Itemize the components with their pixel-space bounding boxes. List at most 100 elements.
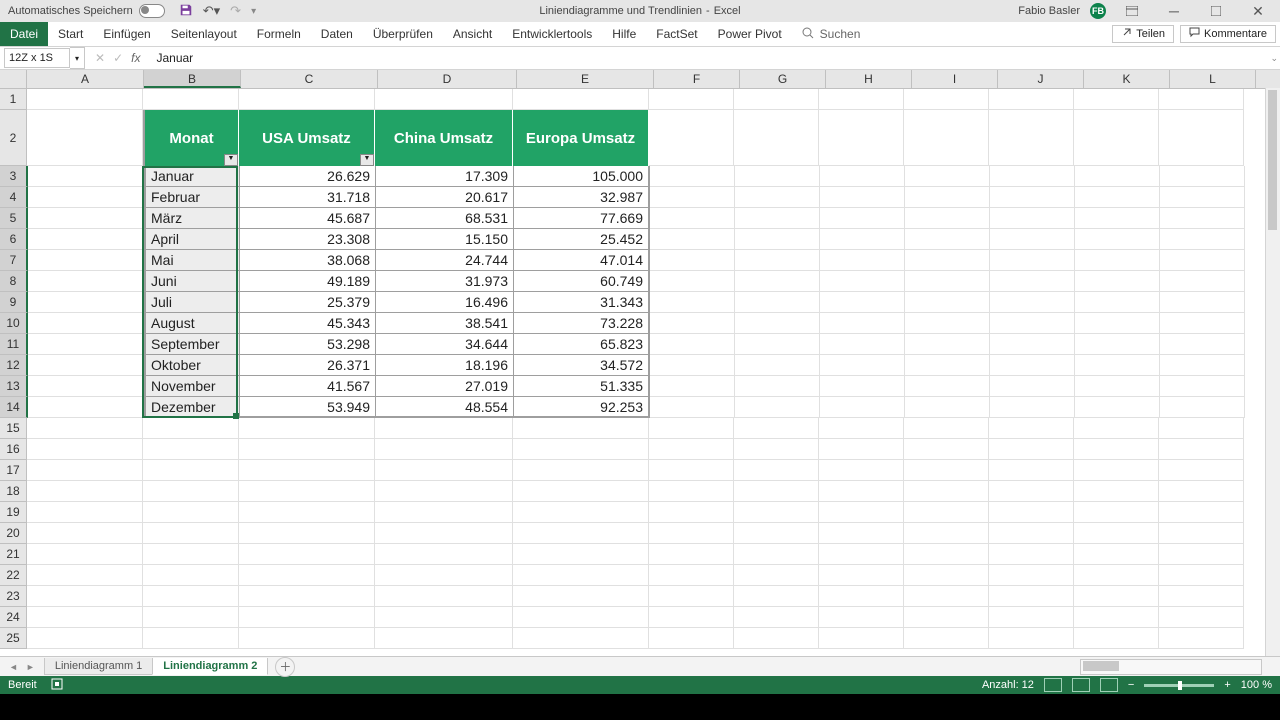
cell-A5[interactable] bbox=[28, 208, 144, 229]
worksheet-grid[interactable]: ABCDEFGHIJKL 12Monat▼USA Umsatz▼China Um… bbox=[0, 70, 1280, 656]
horizontal-scrollbar[interactable] bbox=[1080, 659, 1262, 675]
cell-month[interactable]: Januar bbox=[144, 166, 240, 187]
cell-A12[interactable] bbox=[28, 355, 144, 376]
cell-L18[interactable] bbox=[1159, 481, 1244, 502]
cell-B21[interactable] bbox=[143, 544, 239, 565]
cell-A14[interactable] bbox=[28, 397, 144, 418]
cell-L21[interactable] bbox=[1159, 544, 1244, 565]
cell-L8[interactable] bbox=[1160, 271, 1245, 292]
cell-C20[interactable] bbox=[239, 523, 375, 544]
cell-F22[interactable] bbox=[649, 565, 734, 586]
vertical-scrollbar[interactable] bbox=[1265, 88, 1280, 656]
cell-G11[interactable] bbox=[735, 334, 820, 355]
cell-G23[interactable] bbox=[734, 586, 819, 607]
zoom-slider[interactable] bbox=[1144, 684, 1214, 687]
sheet-nav-first-icon[interactable]: ◄ bbox=[6, 662, 21, 672]
table-header-china[interactable]: China Umsatz bbox=[375, 110, 513, 166]
cell-eu[interactable]: 31.343 bbox=[514, 292, 650, 313]
cell-H17[interactable] bbox=[819, 460, 904, 481]
cell-E23[interactable] bbox=[513, 586, 649, 607]
row-header-9[interactable]: 9 bbox=[0, 292, 28, 313]
cell-L24[interactable] bbox=[1159, 607, 1244, 628]
cell-F23[interactable] bbox=[649, 586, 734, 607]
cell-E22[interactable] bbox=[513, 565, 649, 586]
cell-G19[interactable] bbox=[734, 502, 819, 523]
cell-D16[interactable] bbox=[375, 439, 513, 460]
cell-F15[interactable] bbox=[649, 418, 734, 439]
cell-K8[interactable] bbox=[1075, 271, 1160, 292]
row-header-10[interactable]: 10 bbox=[0, 313, 28, 334]
cell-H1[interactable] bbox=[819, 89, 904, 110]
tab-hilfe[interactable]: Hilfe bbox=[602, 22, 646, 46]
table-header-europa[interactable]: Europa Umsatz bbox=[513, 110, 649, 166]
cell-H18[interactable] bbox=[819, 481, 904, 502]
cell-K19[interactable] bbox=[1074, 502, 1159, 523]
cell-J11[interactable] bbox=[990, 334, 1075, 355]
cell-I6[interactable] bbox=[905, 229, 990, 250]
cell-J24[interactable] bbox=[989, 607, 1074, 628]
cell-L5[interactable] bbox=[1160, 208, 1245, 229]
cell-H23[interactable] bbox=[819, 586, 904, 607]
cell-A18[interactable] bbox=[27, 481, 143, 502]
cell-china[interactable]: 48.554 bbox=[376, 397, 514, 418]
cell-G2[interactable] bbox=[734, 110, 819, 166]
cell-F17[interactable] bbox=[649, 460, 734, 481]
cell-I19[interactable] bbox=[904, 502, 989, 523]
cell-I18[interactable] bbox=[904, 481, 989, 502]
row-header-8[interactable]: 8 bbox=[0, 271, 28, 292]
cell-eu[interactable]: 34.572 bbox=[514, 355, 650, 376]
cell-J3[interactable] bbox=[990, 166, 1075, 187]
cell-I16[interactable] bbox=[904, 439, 989, 460]
cell-I24[interactable] bbox=[904, 607, 989, 628]
column-header-K[interactable]: K bbox=[1084, 70, 1170, 88]
cell-C19[interactable] bbox=[239, 502, 375, 523]
row-header-2[interactable]: 2 bbox=[0, 110, 27, 166]
cell-K25[interactable] bbox=[1074, 628, 1159, 649]
row-header-22[interactable]: 22 bbox=[0, 565, 27, 586]
tab-factset[interactable]: FactSet bbox=[646, 22, 707, 46]
cell-C1[interactable] bbox=[239, 89, 375, 110]
cell-eu[interactable]: 65.823 bbox=[514, 334, 650, 355]
cell-month[interactable]: Dezember bbox=[144, 397, 240, 418]
cell-I12[interactable] bbox=[905, 355, 990, 376]
cell-K24[interactable] bbox=[1074, 607, 1159, 628]
cell-G3[interactable] bbox=[735, 166, 820, 187]
ribbon-display-icon[interactable] bbox=[1116, 0, 1148, 22]
horizontal-scrollbar-thumb[interactable] bbox=[1083, 661, 1119, 671]
cell-F20[interactable] bbox=[649, 523, 734, 544]
cell-A19[interactable] bbox=[27, 502, 143, 523]
cell-G14[interactable] bbox=[735, 397, 820, 418]
cell-usa[interactable]: 45.343 bbox=[240, 313, 376, 334]
cell-J8[interactable] bbox=[990, 271, 1075, 292]
cell-usa[interactable]: 31.718 bbox=[240, 187, 376, 208]
cell-F1[interactable] bbox=[649, 89, 734, 110]
cell-eu[interactable]: 60.749 bbox=[514, 271, 650, 292]
cell-I17[interactable] bbox=[904, 460, 989, 481]
cell-F9[interactable] bbox=[650, 292, 735, 313]
cell-K20[interactable] bbox=[1074, 523, 1159, 544]
cell-L19[interactable] bbox=[1159, 502, 1244, 523]
cell-C25[interactable] bbox=[239, 628, 375, 649]
cell-L2[interactable] bbox=[1159, 110, 1244, 166]
cell-usa[interactable]: 38.068 bbox=[240, 250, 376, 271]
cell-G22[interactable] bbox=[734, 565, 819, 586]
cell-china[interactable]: 27.019 bbox=[376, 376, 514, 397]
cell-month[interactable]: April bbox=[144, 229, 240, 250]
row-header-11[interactable]: 11 bbox=[0, 334, 28, 355]
cell-K16[interactable] bbox=[1074, 439, 1159, 460]
cell-J22[interactable] bbox=[989, 565, 1074, 586]
cell-L13[interactable] bbox=[1160, 376, 1245, 397]
cell-A15[interactable] bbox=[27, 418, 143, 439]
table-header-monat[interactable]: Monat▼ bbox=[143, 110, 239, 166]
zoom-out-icon[interactable]: − bbox=[1128, 679, 1134, 691]
table-header-usa[interactable]: USA Umsatz▼ bbox=[239, 110, 375, 166]
cell-usa[interactable]: 23.308 bbox=[240, 229, 376, 250]
cell-D19[interactable] bbox=[375, 502, 513, 523]
cell-E16[interactable] bbox=[513, 439, 649, 460]
cell-J17[interactable] bbox=[989, 460, 1074, 481]
cell-B25[interactable] bbox=[143, 628, 239, 649]
cell-I3[interactable] bbox=[905, 166, 990, 187]
undo-icon[interactable]: ↶▾ bbox=[203, 3, 220, 19]
cell-A3[interactable] bbox=[28, 166, 144, 187]
cell-G15[interactable] bbox=[734, 418, 819, 439]
